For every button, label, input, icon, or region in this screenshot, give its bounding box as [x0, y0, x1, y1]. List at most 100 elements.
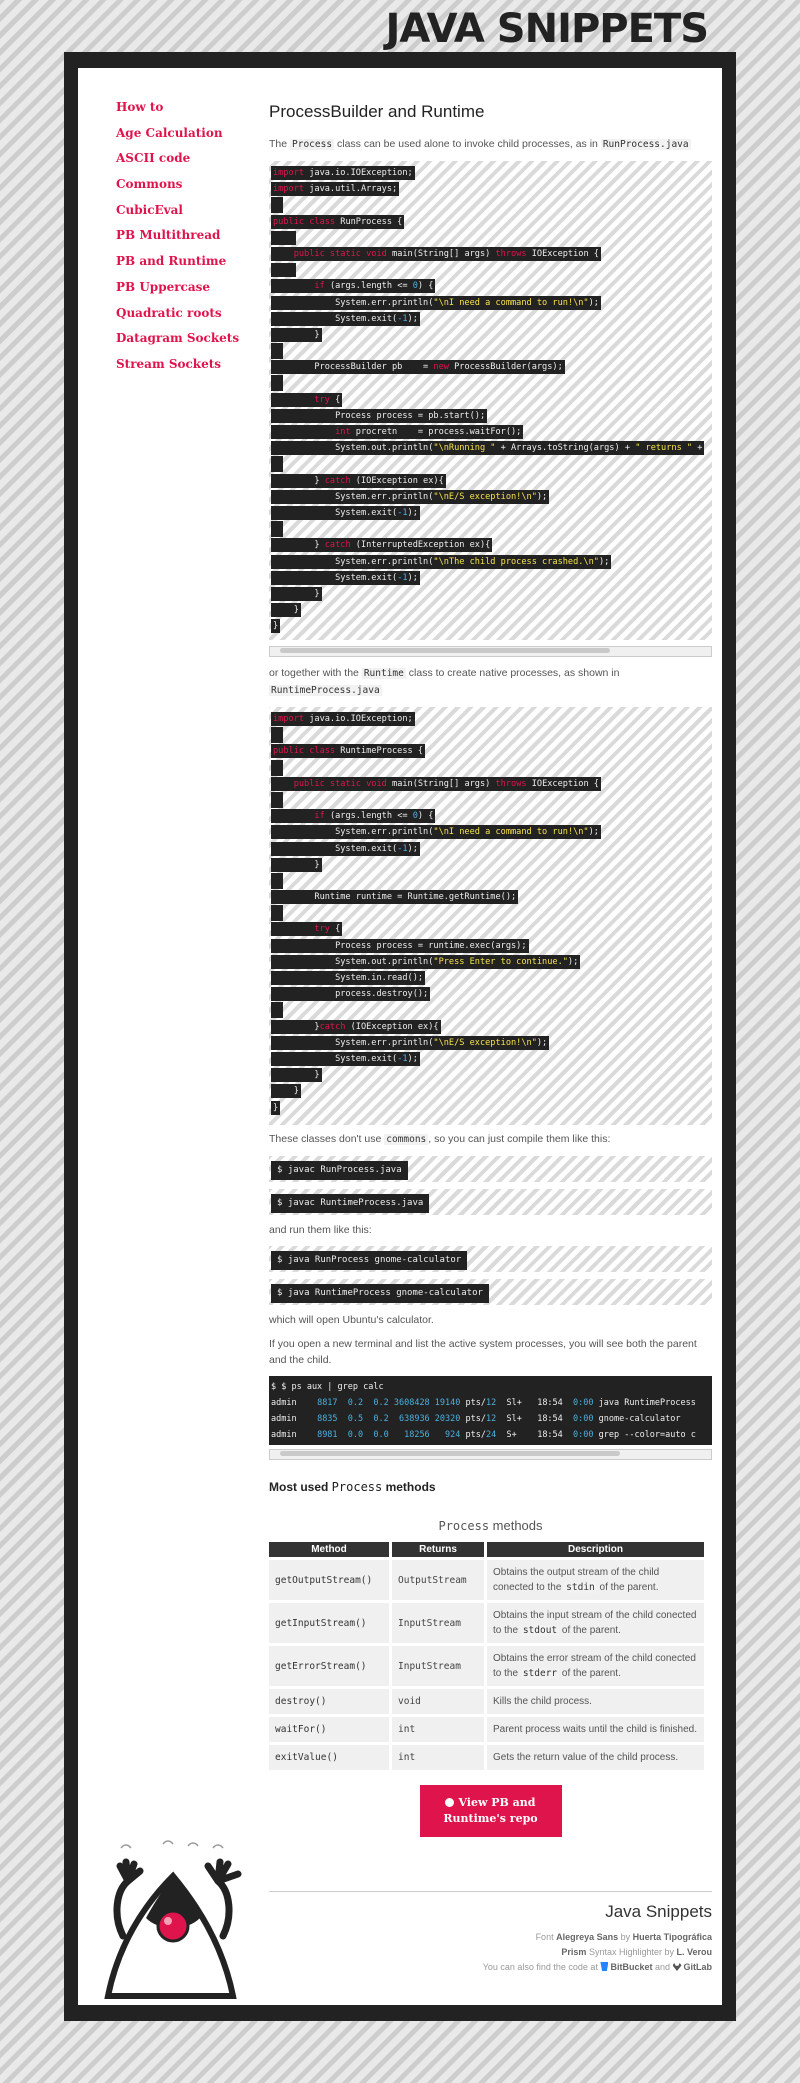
code-line: public static void main(String[] args) t…: [271, 776, 710, 792]
footer-text: Font: [535, 1932, 557, 1942]
inline-code: commons: [384, 1134, 429, 1145]
code-text: process.destroy();: [271, 987, 431, 1002]
ps-output-block[interactable]: $ $ ps aux | grep calc admin 8817 0.2 0.…: [269, 1376, 712, 1445]
code-block-runprocess[interactable]: import java.io.IOException; import java.u…: [269, 161, 712, 640]
code-line-spacer: [271, 727, 283, 744]
font-link[interactable]: Alegreya Sans: [556, 1932, 618, 1942]
prism-author-link[interactable]: L. Verou: [676, 1947, 712, 1957]
inline-code: Runtime: [361, 668, 406, 679]
code-text: System.exit(-1);: [271, 570, 420, 585]
between-paragraph: or together with the Runtime class to cr…: [269, 665, 712, 699]
horizontal-scrollbar[interactable]: [269, 1449, 712, 1460]
code-token: (args.length <=: [329, 281, 413, 292]
horizontal-scrollbar[interactable]: [269, 646, 712, 657]
sidebar-item-commons[interactable]: Commons: [116, 175, 256, 201]
sidebar-item-age-calculation[interactable]: Age Calculation: [116, 124, 256, 150]
method-description: Obtains the input stream of the child co…: [487, 1603, 704, 1643]
command-block[interactable]: $ javac RuntimeProcess.java: [269, 1189, 712, 1215]
footer-text: by: [618, 1932, 633, 1942]
code-token: RunProcess {: [340, 216, 403, 227]
methods-heading: Most used Process methods: [269, 1480, 712, 1494]
code-text: Runtime runtime = Runtime.getRuntime();: [271, 890, 519, 905]
between-text-2: class to create native processes, as sho…: [405, 667, 620, 679]
sidebar-item-how-to[interactable]: How to: [116, 98, 256, 124]
command-text: $ java RuntimeProcess gnome-calculator: [271, 1284, 489, 1303]
code-text: [271, 263, 296, 278]
ps-cell: Sl+: [506, 1414, 533, 1424]
code-token-kw: if: [314, 811, 330, 822]
ps-cell: 18256: [388, 1430, 430, 1440]
ps-row: admin 8835 0.5 0.2 638936 20320 pts/12 S…: [271, 1411, 710, 1427]
code-token: System.err.println(: [273, 491, 434, 502]
code-token: }: [273, 859, 320, 870]
code-token: System.err.println(: [273, 827, 434, 838]
code-text: public static void main(String[] args) t…: [271, 776, 601, 791]
code-line: [271, 759, 710, 776]
code-token-kw: if: [314, 281, 330, 292]
sidebar-item-stream-sockets[interactable]: Stream Sockets: [116, 355, 256, 381]
code-line: [271, 872, 710, 889]
code-line: [271, 456, 710, 473]
return-type: void: [392, 1689, 484, 1714]
compile-note-text-2: , so you can just compile them like this…: [428, 1133, 611, 1145]
code-line: public class RuntimeProcess {: [271, 743, 710, 759]
sidebar-item-cubiceval[interactable]: CubicEval: [116, 201, 256, 227]
code-line: public static void main(String[] args) t…: [271, 246, 710, 262]
code-line: import java.io.IOException;: [271, 165, 710, 181]
ps-cell: 3608428: [388, 1398, 430, 1408]
code-line: [271, 230, 710, 246]
ps-cell: admin: [271, 1398, 312, 1408]
font-author-link[interactable]: Huerta Tipográfica: [633, 1932, 712, 1942]
gitlab-link[interactable]: GitLab: [684, 1962, 713, 1972]
sidebar-item-quadratic-roots[interactable]: Quadratic roots: [116, 304, 256, 330]
sidebar-item-pb-and-runtime[interactable]: PB and Runtime: [116, 252, 256, 278]
return-type: InputStream: [392, 1646, 484, 1686]
sidebar-item-datagram-sockets[interactable]: Datagram Sockets: [116, 329, 256, 355]
code-line: int procretn = process.waitFor();: [271, 424, 710, 440]
code-token: + Arrays.toString(args) +: [495, 443, 636, 454]
code-text: if (args.length <= 0) {: [271, 809, 436, 824]
view-repo-button[interactable]: View PB and Runtime's repo: [419, 1785, 562, 1837]
code-token-str: " returns ": [635, 443, 693, 454]
command-block[interactable]: $ java RunProcess gnome-calculator: [269, 1246, 712, 1272]
code-text: System.err.println("\nE/S exception!\n")…: [271, 489, 550, 504]
scrollbar-thumb[interactable]: [280, 648, 610, 653]
ps-cell: java RuntimeProcess: [593, 1398, 696, 1408]
code-text: Process process = runtime.exec(args);: [271, 938, 529, 953]
code-token-str: "\nI need a command to run!\n": [433, 297, 589, 308]
bitbucket-link[interactable]: BitBucket: [610, 1962, 652, 1972]
calc-note: which will open Ubuntu's calculator.: [269, 1314, 434, 1326]
gitlab-icon: [672, 1963, 682, 1971]
sidebar-item-ascii-code[interactable]: ASCII code: [116, 149, 256, 175]
method-description: Kills the child process.: [487, 1689, 704, 1714]
ps-cell: 0.0: [337, 1430, 364, 1440]
sidebar-item-pb-multithread[interactable]: PB Multithread: [116, 226, 256, 252]
command-block[interactable]: $ javac RunProcess.java: [269, 1156, 712, 1182]
ps-cell: 20320: [429, 1414, 461, 1424]
code-block-runtimeprocess[interactable]: import java.io.IOException; public class …: [269, 707, 712, 1125]
code-line: System.err.println("\nThe child process …: [271, 554, 710, 570]
code-token-kw: int: [335, 427, 356, 437]
code-line-spacer: [271, 759, 283, 776]
prism-link[interactable]: Prism: [561, 1947, 586, 1957]
footer-font-credit: Font Alegreya Sans by Huerta Tipográfica: [269, 1930, 712, 1945]
code-text: }: [271, 619, 281, 634]
code-token: );: [588, 827, 599, 838]
code-line: System.err.println("\nE/S exception!\n")…: [271, 489, 710, 505]
code-token: );: [536, 1037, 548, 1048]
code-line: } catch (InterruptedException ex){: [271, 537, 710, 553]
method-name: getInputStream(): [269, 1603, 389, 1643]
command-block[interactable]: $ java RuntimeProcess gnome-calculator: [269, 1279, 712, 1305]
scrollbar-thumb[interactable]: [280, 1451, 620, 1456]
code-line: System.exit(-1);: [271, 841, 710, 857]
code-text: try {: [271, 392, 343, 407]
repo-button-line2: Runtime's repo: [443, 1812, 538, 1825]
code-text: import java.util.Arrays;: [271, 182, 400, 197]
ps-command-text: $ $ ps aux | grep calc: [271, 1382, 384, 1392]
sidebar-item-pb-uppercase[interactable]: PB Uppercase: [116, 278, 256, 304]
code-line: try {: [271, 921, 710, 937]
page-title: ProcessBuilder and Runtime: [269, 102, 485, 121]
method-description: Obtains the error stream of the child co…: [487, 1646, 704, 1686]
